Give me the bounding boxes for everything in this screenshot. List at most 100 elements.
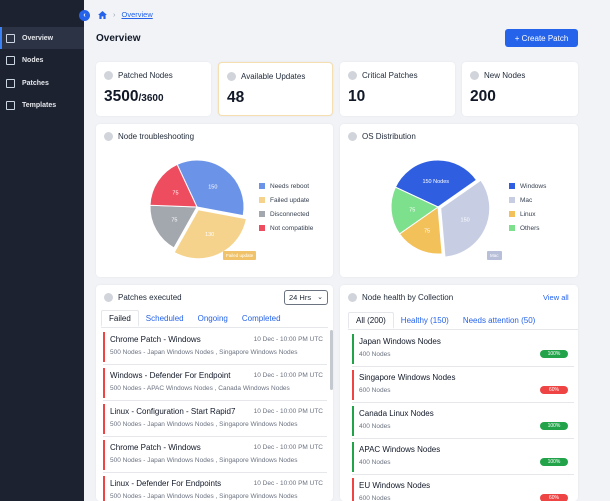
list-item[interactable]: Chrome Patch - Windows 10 Dec - 10:00 PM … [103, 437, 327, 473]
slice-label: 150 [208, 185, 217, 191]
chevron-left-icon: ‹ [83, 12, 86, 19]
tab-all[interactable]: All (200) [348, 312, 394, 329]
patch-nodes: 500 Nodes - Japan Windows Nodes , Singap… [110, 349, 298, 356]
legend-swatch [509, 183, 515, 189]
create-patch-button[interactable]: + Create Patch [505, 29, 578, 47]
legend-label: Not compatible [270, 224, 314, 232]
legend-label: Linux [520, 210, 536, 218]
card-title: Patches executed [118, 293, 182, 302]
sidebar-item-overview[interactable]: Overview [0, 27, 84, 49]
list-item[interactable]: Linux - Configuration - Start Rapid7 10 D… [103, 401, 327, 437]
patch-nodes: 500 Nodes - Japan Windows Nodes , Singap… [110, 493, 298, 500]
tab-needs-attention[interactable]: Needs attention (50) [456, 312, 543, 329]
tab-completed[interactable]: Completed [235, 310, 288, 327]
patch-date: 10 Dec - 10:00 PM UTC [253, 372, 323, 379]
grid-icon [6, 33, 15, 43]
legend-label: Failed update [270, 196, 310, 204]
sidebar: Overview Nodes Patches Templates [0, 0, 84, 501]
time-range-select[interactable]: 24 Hrs ⌄ [284, 290, 328, 305]
chart-tooltip: Failed update [223, 251, 257, 260]
stat-value: 200 [470, 88, 496, 105]
collection-nodes: 600 Nodes [359, 387, 391, 394]
sidebar-item-label: Overview [22, 34, 54, 42]
node-troubleshooting-card: Node troubleshooting 150 130 75 75 Needs re… [96, 124, 333, 277]
card-title: Node troubleshooting [118, 132, 195, 141]
status-bar [352, 406, 354, 436]
list-item[interactable]: Windows - Defender For Endpoint 10 Dec - … [103, 365, 327, 401]
chart-tooltip: Mac [487, 251, 502, 260]
chart-legend: Needs reboot Failed update Disconnected Not… [259, 179, 313, 235]
slice-label: 150 [461, 218, 470, 224]
legend-label: Needs reboot [270, 182, 310, 190]
legend-swatch [509, 197, 515, 203]
legend-item: Windows [509, 179, 546, 193]
list-item[interactable]: Canada Linux Nodes 400 Nodes 100% [352, 403, 574, 439]
patch-title: Windows - Defender For Endpoint [110, 371, 231, 380]
os-distribution-card: OS Distribution 150 Nodes 150 75 75 Windows… [340, 124, 578, 277]
status-dot [348, 132, 357, 141]
health-badge: 100% [540, 350, 568, 358]
status-bar [103, 440, 105, 470]
page-title: Overview [96, 33, 141, 44]
legend-swatch [259, 225, 265, 231]
legend-swatch [259, 197, 265, 203]
status-dot [348, 71, 357, 80]
list-item[interactable]: APAC Windows Nodes 400 Nodes 100% [352, 439, 574, 475]
collapse-sidebar-button[interactable]: ‹ [79, 10, 90, 21]
list-item[interactable]: Singapore Windows Nodes 600 Nodes 60% [352, 367, 574, 403]
collection-nodes: 600 Nodes [359, 495, 391, 501]
sidebar-item-templates[interactable]: Templates [0, 94, 84, 116]
stat-total: /3600 [138, 93, 164, 104]
collection-title: Japan Windows Nodes [359, 337, 441, 346]
scrollbar[interactable] [330, 330, 333, 390]
tab-failed[interactable]: Failed [101, 310, 139, 327]
list-item[interactable]: Japan Windows Nodes 400 Nodes 100% [352, 331, 574, 367]
health-badge: 100% [540, 458, 568, 466]
home-icon[interactable] [98, 10, 107, 19]
slice-label: 130 [205, 232, 214, 238]
health-badge: 100% [540, 422, 568, 430]
templates-icon [6, 100, 15, 110]
legend-swatch [509, 211, 515, 217]
legend-item: Disconnected [259, 207, 313, 221]
health-badge: 60% [540, 386, 568, 394]
breadcrumb-overview-link[interactable]: Overview [122, 10, 153, 19]
collection-title: Canada Linux Nodes [359, 409, 434, 418]
chevron-down-icon: ⌄ [317, 294, 323, 301]
legend-item: Linux [509, 207, 546, 221]
legend-label: Mac [520, 196, 533, 204]
tab-scheduled[interactable]: Scheduled [139, 310, 191, 327]
stat-card-available-updates[interactable]: Available Updates 48 [218, 62, 333, 116]
status-dot [104, 293, 113, 302]
sidebar-item-nodes[interactable]: Nodes [0, 49, 84, 71]
tab-ongoing[interactable]: Ongoing [191, 310, 235, 327]
tab-healthy[interactable]: Healthy (150) [394, 312, 456, 329]
list-item[interactable]: EU Windows Nodes 600 Nodes 60% [352, 475, 574, 501]
status-bar [103, 332, 105, 362]
slice-label: 150 Nodes [422, 179, 449, 185]
legend-item: Failed update [259, 193, 313, 207]
divider [348, 329, 578, 330]
patch-date: 10 Dec - 10:00 PM UTC [253, 336, 323, 343]
legend-swatch [259, 211, 265, 217]
patch-nodes: 500 Nodes - Japan Windows Nodes , Singap… [110, 421, 298, 428]
node-troubleshooting-pie: 150 130 75 75 [149, 159, 248, 260]
time-range-value: 24 Hrs [289, 293, 312, 302]
stat-card-patched-nodes: Patched Nodes 3500/3600 [96, 62, 211, 116]
status-bar [103, 476, 105, 501]
stat-label: Available Updates [241, 72, 306, 81]
patch-title: Linux - Configuration - Start Rapid7 [110, 407, 236, 416]
list-item[interactable]: Chrome Patch - Windows 10 Dec - 10:00 PM … [103, 329, 327, 365]
sidebar-item-patches[interactable]: Patches [0, 72, 84, 94]
stat-value: 10 [348, 88, 366, 105]
collection-title: EU Windows Nodes [359, 481, 431, 490]
patch-title: Chrome Patch - Windows [110, 443, 201, 452]
patch-title: Linux - Defender For Endpoints [110, 479, 222, 488]
patch-date: 10 Dec - 10:00 PM UTC [253, 480, 323, 487]
slice-label: 75 [424, 228, 430, 234]
list-item[interactable]: Linux - Defender For Endpoints 10 Dec - 1… [103, 473, 327, 501]
stat-label: Patched Nodes [118, 71, 173, 80]
legend-label: Disconnected [270, 210, 310, 218]
collection-title: APAC Windows Nodes [359, 445, 441, 454]
view-all-link[interactable]: View all [543, 293, 569, 302]
